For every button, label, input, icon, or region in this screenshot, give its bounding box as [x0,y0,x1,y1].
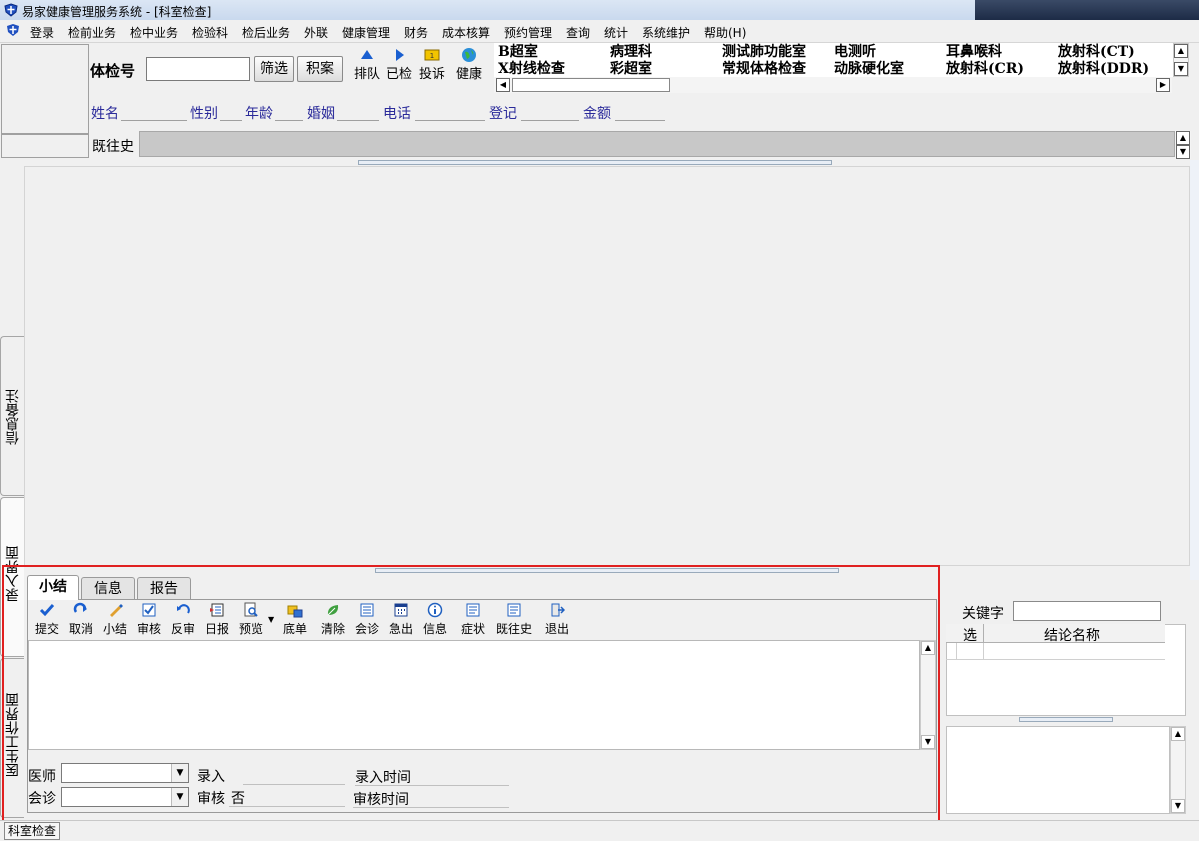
menu-item-pre-check[interactable]: 检前业务 [68,24,116,41]
name-label: 姓名 [91,106,119,122]
scroll-right-icon[interactable]: ▶ [1156,78,1170,92]
name-value [121,120,187,121]
exam-number-input[interactable] [146,57,250,81]
dept-radiology-ct[interactable]: 放射科(CT) [1058,44,1135,60]
scroll-down-icon[interactable]: ▼ [1174,62,1188,76]
highlight-outline [2,565,940,837]
menu-item-login[interactable]: 登录 [30,24,54,41]
menu-item-post-check[interactable]: 检后业务 [242,24,290,41]
scroll-up-icon[interactable]: ▲ [1174,44,1188,58]
col-conclusion-name[interactable]: 结论名称 [1044,625,1100,645]
shield-app-icon [4,3,18,17]
gender-value [220,120,242,121]
department-vertical-scrollbar[interactable]: ▲ ▼ [1173,43,1189,77]
menu-item-help[interactable]: 帮助(H) [704,24,746,41]
history-label: 既往史 [92,139,134,155]
status-text: 科室检查 [4,822,61,840]
marital-value [337,120,379,121]
window-title: 易家健康管理服务系统 - [科室检查] [22,5,212,19]
complaint-label: 投诉 [418,67,445,82]
menu-item-health[interactable]: 健康管理 [342,24,390,41]
menu-item-query[interactable]: 查询 [566,24,590,41]
main-content-area [24,166,1190,566]
right-splitter[interactable] [1019,717,1113,722]
scroll-left-icon[interactable]: ◀ [496,78,510,92]
complaint-button[interactable]: 1 投诉 [417,47,447,82]
menu-item-stats[interactable]: 统计 [604,24,628,41]
menu-item-booking[interactable]: 预约管理 [504,24,552,41]
dept-radiology-cr[interactable]: 放射科(CR) [946,61,1024,77]
filter-button[interactable]: 筛选 [254,56,294,82]
queue-button[interactable]: 排队 [352,47,382,82]
svg-text:1: 1 [430,52,434,60]
queue-label: 排队 [353,67,380,82]
department-horizontal-scrollbar[interactable]: ◀ ▶ [494,77,1172,93]
menu-bar: 登录 检前业务 检中业务 检验科 检后业务 外联 健康管理 财务 成本核算 预约… [0,20,1199,43]
conclusion-detail-scrollbar[interactable]: ▲ ▼ [1170,726,1186,814]
conclusion-detail-area[interactable] [946,726,1170,814]
dept-ent[interactable]: 耳鼻喉科 [946,44,1002,60]
register-value [521,120,579,121]
photo-panel [1,44,89,134]
checked-label: 已检 [385,67,412,82]
health-button[interactable]: 健康 [453,47,485,82]
menu-item-external[interactable]: 外联 [304,24,328,41]
exam-number-label: 体检号 [90,62,136,80]
ticket-icon: 1 [424,49,440,61]
dept-radiology-ddr[interactable]: 放射科(DDR) [1058,61,1149,77]
age-label: 年龄 [245,106,273,122]
register-label: 登记 [489,106,517,122]
history-field[interactable] [139,131,1175,157]
scroll-up-icon[interactable]: ▲ [1171,727,1185,741]
top-splitter[interactable] [358,160,832,165]
menu-item-finance[interactable]: 财务 [404,24,428,41]
dept-arteriosclerosis[interactable]: 动脉硬化室 [834,61,904,77]
status-bar [0,820,1199,841]
keyword-label: 关键字 [962,606,1004,622]
menu-item-system[interactable]: 系统维护 [642,24,690,41]
marital-label: 婚姻 [307,106,335,122]
history-scrollbar[interactable]: ▲ ▼ [1175,131,1191,159]
col-select[interactable]: 选 [963,625,977,645]
phone-value [415,120,485,121]
age-value [275,120,303,121]
amount-label: 金额 [583,106,611,122]
amount-value [615,120,665,121]
gender-label: 性别 [190,106,218,122]
scroll-up-icon[interactable]: ▲ [1176,131,1190,145]
dept-lung-function[interactable]: 测试肺功能室 [722,44,806,60]
phone-label: 电话 [383,106,411,122]
conclusion-grid-header: 选 结论名称 [946,624,1165,645]
menu-item-lab[interactable]: 检验科 [192,24,228,41]
shield-menu-icon[interactable] [6,23,20,37]
side-tab-notes[interactable]: 信息备注 [0,336,24,496]
triangle-up-icon [361,50,373,59]
globe-icon [462,48,476,62]
arrow-right-icon [396,49,404,61]
dept-audiometry[interactable]: 电测听 [834,44,876,60]
scroll-down-icon[interactable]: ▼ [1171,799,1185,813]
menu-item-cost[interactable]: 成本核算 [442,24,490,41]
dept-pathology[interactable]: 病理科 [610,44,652,60]
left-blank-cell [1,134,89,158]
scroll-thumb[interactable] [512,78,670,92]
checked-button[interactable]: 已检 [384,47,414,82]
dept-b-ultrasound[interactable]: B超室 [498,44,538,60]
dept-color-ultrasound[interactable]: 彩超室 [610,61,652,77]
scroll-down-icon[interactable]: ▼ [1176,145,1190,159]
archive-button[interactable]: 积案 [297,56,343,82]
side-tab-notes-label: 信息备注 [5,389,21,445]
menu-item-mid-check[interactable]: 检中业务 [130,24,178,41]
dept-physical-exam[interactable]: 常规体格检查 [722,61,806,77]
dept-xray[interactable]: X射线检查 [498,61,565,77]
main-scroll-strip[interactable] [1190,160,1199,580]
keyword-input[interactable] [1013,601,1161,621]
table-row[interactable] [946,643,1165,660]
health-label: 健康 [455,67,482,82]
